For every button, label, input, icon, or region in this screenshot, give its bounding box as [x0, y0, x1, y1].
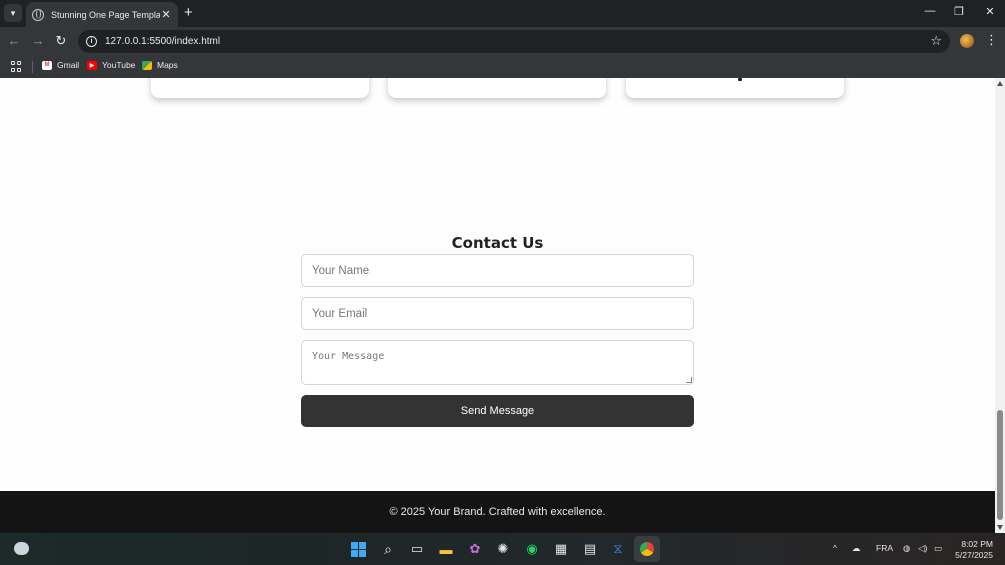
- bookmark-label: YouTube: [102, 60, 136, 70]
- send-message-button[interactable]: Send Message: [301, 395, 694, 427]
- language-indicator[interactable]: FRA: [876, 543, 893, 553]
- new-tab-button[interactable]: +: [184, 5, 193, 20]
- search-icon[interactable]: ⌕: [379, 540, 397, 558]
- volume-icon[interactable]: ◁): [918, 543, 927, 554]
- bookmark-maps[interactable]: Maps: [142, 60, 178, 70]
- gmail-icon: M: [42, 60, 52, 70]
- scroll-up-arrow-icon[interactable]: [997, 81, 1003, 86]
- scroll-down-arrow-icon[interactable]: [997, 525, 1003, 530]
- page-footer: © 2025 Your Brand. Crafted with excellen…: [0, 491, 995, 533]
- bookmark-youtube[interactable]: ▶ YouTube: [87, 60, 135, 70]
- name-input[interactable]: Your Name: [301, 254, 694, 287]
- maps-icon: [142, 60, 152, 70]
- bookmark-label: Maps: [157, 60, 178, 70]
- feature-card: [388, 78, 606, 98]
- weather-widget-icon[interactable]: [14, 542, 29, 555]
- message-textarea[interactable]: Your Message: [301, 340, 694, 385]
- youtube-icon: ▶: [87, 60, 97, 70]
- card-text-fragment: [738, 78, 742, 81]
- contact-title: Contact Us: [451, 234, 544, 252]
- address-bar[interactable]: i 127.0.0.1:5500/index.html ☆: [78, 30, 950, 53]
- url-text: 127.0.0.1:5500/index.html: [105, 36, 221, 47]
- contact-section: Contact Us Your Name Your Email Your Mes…: [301, 232, 694, 427]
- onedrive-icon[interactable]: ☁: [852, 543, 861, 554]
- minimize-button[interactable]: —: [923, 5, 937, 17]
- clock-time: 8:02 PM: [961, 539, 993, 549]
- site-info-icon[interactable]: i: [86, 36, 97, 47]
- email-input[interactable]: Your Email: [301, 297, 694, 330]
- tray-overflow-icon[interactable]: ^: [833, 543, 837, 553]
- whatsapp-icon[interactable]: ◉: [523, 540, 541, 558]
- apps-grid-icon[interactable]: [11, 61, 22, 72]
- back-button[interactable]: ←: [6, 33, 22, 49]
- tab-title: Stunning One Page Template: [51, 9, 160, 20]
- chrome-icon: [640, 542, 654, 556]
- terminal-icon[interactable]: ▤: [581, 540, 599, 558]
- file-explorer-icon[interactable]: ▬: [437, 540, 455, 558]
- more-menu-icon[interactable]: ⋮: [985, 33, 998, 47]
- scrollbar-thumb[interactable]: [997, 410, 1003, 520]
- windows-taskbar: ⌕ ▭ ▬ ✿ ✺ ◉ ▦ ▤ ⧖ ^ ☁ FRA ◍ ◁) ▭ 8:02 PM…: [0, 533, 1005, 565]
- vscode-icon[interactable]: ⧖: [609, 540, 627, 558]
- chatgpt-icon[interactable]: ✺: [494, 540, 512, 558]
- resize-handle-icon[interactable]: [686, 377, 692, 383]
- page-scrollbar[interactable]: [995, 78, 1005, 533]
- clock-date: 5/27/2025: [955, 550, 993, 560]
- bookmarks-bar: M Gmail ▶ YouTube Maps: [0, 56, 1005, 78]
- store-icon[interactable]: ▦: [552, 540, 570, 558]
- taskbar-clock[interactable]: 8:02 PM 5/27/2025: [955, 539, 993, 561]
- windows-logo-icon: [350, 541, 366, 557]
- bookmark-label: Gmail: [57, 60, 80, 70]
- profile-avatar[interactable]: [960, 34, 974, 48]
- battery-icon[interactable]: ▭: [934, 543, 942, 554]
- restore-button[interactable]: ❐: [952, 5, 966, 18]
- browser-tab-active[interactable]: Stunning One Page Template ✕: [26, 2, 178, 27]
- network-icon[interactable]: ◍: [903, 543, 910, 554]
- close-tab-icon[interactable]: ✕: [160, 8, 172, 21]
- page-viewport: Contact Us Your Name Your Email Your Mes…: [0, 78, 995, 533]
- close-window-button[interactable]: ✕: [983, 5, 997, 18]
- start-button[interactable]: [349, 540, 367, 558]
- task-view-icon[interactable]: ▭: [408, 540, 426, 558]
- feature-card: [626, 78, 844, 98]
- browser-toolbar: ← → ↻ i 127.0.0.1:5500/index.html ☆ ⋮: [0, 27, 1005, 56]
- feature-card: [151, 78, 369, 98]
- copilot-icon[interactable]: ✿: [466, 540, 484, 558]
- bookmarks-separator: [32, 61, 33, 73]
- browser-titlebar: ▾ Stunning One Page Template ✕ + — ❐ ✕: [0, 0, 1005, 27]
- tab-search-button[interactable]: ▾: [4, 4, 22, 22]
- bookmark-star-icon[interactable]: ☆: [930, 34, 942, 48]
- reload-button[interactable]: ↻: [53, 33, 69, 49]
- forward-button[interactable]: →: [30, 33, 46, 49]
- globe-icon: [32, 8, 44, 21]
- message-placeholder: Your Message: [312, 351, 385, 362]
- bookmark-gmail[interactable]: M Gmail: [42, 60, 79, 70]
- chrome-taskbar-icon[interactable]: [634, 536, 660, 562]
